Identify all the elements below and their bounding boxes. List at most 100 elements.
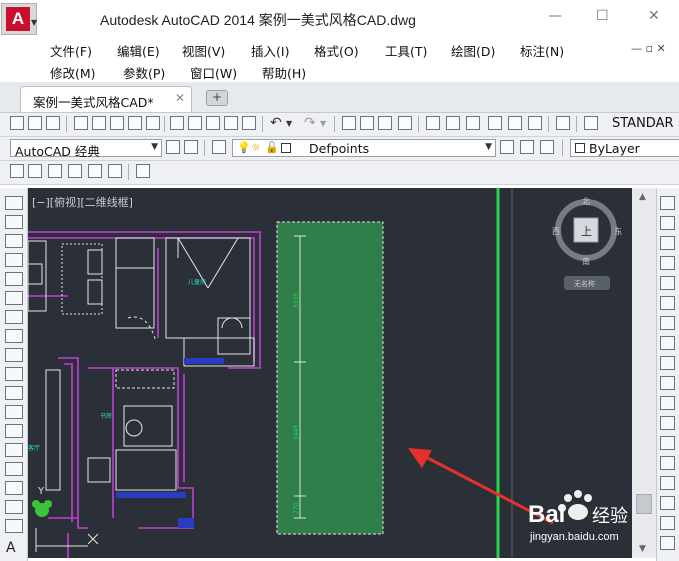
chevron-down-icon[interactable]: ▼ (286, 119, 292, 128)
menu-parametric[interactable]: 参数(P) (123, 63, 165, 82)
erase-icon[interactable] (660, 196, 675, 210)
pan-icon[interactable] (342, 116, 356, 130)
menu-draw[interactable]: 绘图(D) (451, 41, 495, 60)
layer-combo[interactable]: 💡 ☼ 🔓 Defpoints ▼ (232, 139, 496, 157)
tab-close-icon[interactable]: ✕ (175, 91, 185, 105)
redo-icon[interactable]: ↷ (304, 115, 316, 131)
layer-merge-icon[interactable] (68, 164, 82, 178)
zoom-realtime-icon[interactable] (360, 116, 374, 130)
region-icon[interactable] (5, 500, 23, 514)
revision-cloud-icon[interactable] (5, 329, 23, 343)
blend-curves-icon[interactable] (660, 496, 675, 510)
sheet-set-icon[interactable] (488, 116, 502, 130)
zoom-window-icon[interactable] (378, 116, 392, 130)
ellipse-icon[interactable] (5, 367, 23, 381)
menu-insert[interactable]: 插入(I) (251, 41, 289, 60)
stretch-icon[interactable] (660, 356, 675, 370)
text-style-icon[interactable] (584, 116, 598, 130)
rotate-icon[interactable] (660, 316, 675, 330)
workspace-settings-icon[interactable] (166, 140, 180, 154)
design-center-panel-icon[interactable] (446, 116, 460, 130)
paste-icon[interactable] (206, 116, 220, 130)
block-editor-icon[interactable] (242, 116, 256, 130)
layer-state-icon[interactable] (540, 140, 554, 154)
save-icon[interactable] (46, 116, 60, 130)
array-icon[interactable] (660, 276, 675, 290)
tool-palettes-icon[interactable] (466, 116, 480, 130)
publish-icon[interactable] (110, 116, 124, 130)
viewcube[interactable]: 上 北 南 东 西 无名称 (552, 197, 622, 290)
markup-icon[interactable] (508, 116, 522, 130)
grid-icon[interactable] (10, 164, 24, 178)
compass-north[interactable]: 北 (582, 197, 590, 206)
compass-west[interactable]: 西 (552, 227, 560, 236)
offset-icon[interactable] (660, 256, 675, 270)
mirror-icon[interactable] (660, 236, 675, 250)
rectangle-icon[interactable] (5, 272, 23, 286)
chevron-down-icon[interactable]: ▼ (320, 119, 326, 128)
line-tool-icon[interactable] (5, 196, 23, 210)
layer-off-icon[interactable] (88, 164, 102, 178)
insert-block-icon[interactable] (5, 405, 23, 419)
text-style-combo[interactable]: STANDAR (612, 116, 674, 131)
open-folder-icon[interactable] (28, 116, 42, 130)
make-current-layer-icon[interactable] (500, 140, 514, 154)
minimize-button[interactable]: — (548, 8, 562, 24)
layer-walk-icon[interactable] (48, 164, 62, 178)
menu-edit[interactable]: 编辑(E) (117, 41, 160, 60)
help-icon[interactable] (556, 116, 570, 130)
polygon-icon[interactable] (5, 253, 23, 267)
document-window-controls[interactable]: — ▫ ✕ (631, 42, 666, 55)
point-icon[interactable] (5, 443, 23, 457)
new-tab-button[interactable]: + (206, 90, 228, 106)
undo-icon[interactable]: ↶ (270, 115, 282, 131)
move-icon[interactable] (660, 296, 675, 310)
viewport-controls-label[interactable]: [−][俯视][二维线框] (32, 194, 133, 210)
color-combo[interactable]: ByLayer (570, 139, 679, 157)
arc-icon[interactable] (5, 291, 23, 305)
close-button[interactable]: ✕ (648, 8, 660, 24)
menu-format[interactable]: 格式(O) (314, 41, 359, 60)
trim-icon[interactable] (660, 376, 675, 390)
menu-view[interactable]: 视图(V) (182, 41, 225, 60)
gradient-icon[interactable] (5, 481, 23, 495)
menu-window[interactable]: 窗口(W) (190, 63, 237, 82)
fillet-icon[interactable] (660, 476, 675, 490)
make-block-icon[interactable] (5, 424, 23, 438)
application-menu-button[interactable]: A ▼ (1, 3, 37, 35)
properties-icon[interactable] (426, 116, 440, 130)
chamfer-icon[interactable] (660, 456, 675, 470)
menu-tools[interactable]: 工具(T) (385, 41, 427, 60)
new-file-icon[interactable] (10, 116, 24, 130)
spline-icon[interactable] (5, 348, 23, 362)
print-preview-icon[interactable] (92, 116, 106, 130)
layer-freeze-icon[interactable] (108, 164, 122, 178)
circle-icon[interactable] (5, 310, 23, 324)
workspace-combo[interactable]: AutoCAD 经典 ▼ (10, 139, 162, 159)
zoom-previous-icon[interactable] (398, 116, 412, 130)
scale-icon[interactable] (660, 336, 675, 350)
layer-lock-tool-icon[interactable] (136, 164, 150, 178)
join-icon[interactable] (660, 436, 675, 450)
hatch-icon[interactable] (5, 462, 23, 476)
restore-button[interactable]: ☐ (596, 8, 609, 24)
customize-workspace-icon[interactable] (184, 140, 198, 154)
explode-icon[interactable] (660, 516, 675, 530)
extend-icon[interactable] (660, 396, 675, 410)
3d-print-icon[interactable] (128, 116, 142, 130)
grips-icon[interactable] (660, 536, 675, 550)
multiline-text-icon[interactable]: A (6, 540, 16, 556)
copy-icon[interactable] (188, 116, 202, 130)
menu-dimension[interactable]: 标注(N) (520, 41, 564, 60)
copy-object-icon[interactable] (660, 216, 675, 230)
calculator-icon[interactable] (528, 116, 542, 130)
design-center-icon[interactable] (146, 116, 160, 130)
menu-help[interactable]: 帮助(H) (262, 63, 306, 82)
break-icon[interactable] (660, 416, 675, 430)
menu-modify[interactable]: 修改(M) (50, 63, 96, 82)
print-icon[interactable] (74, 116, 88, 130)
selected-rectangle[interactable] (276, 221, 384, 535)
menu-file[interactable]: 文件(F) (50, 41, 92, 60)
construction-line-icon[interactable] (5, 215, 23, 229)
layer-isolate-icon[interactable] (28, 164, 42, 178)
